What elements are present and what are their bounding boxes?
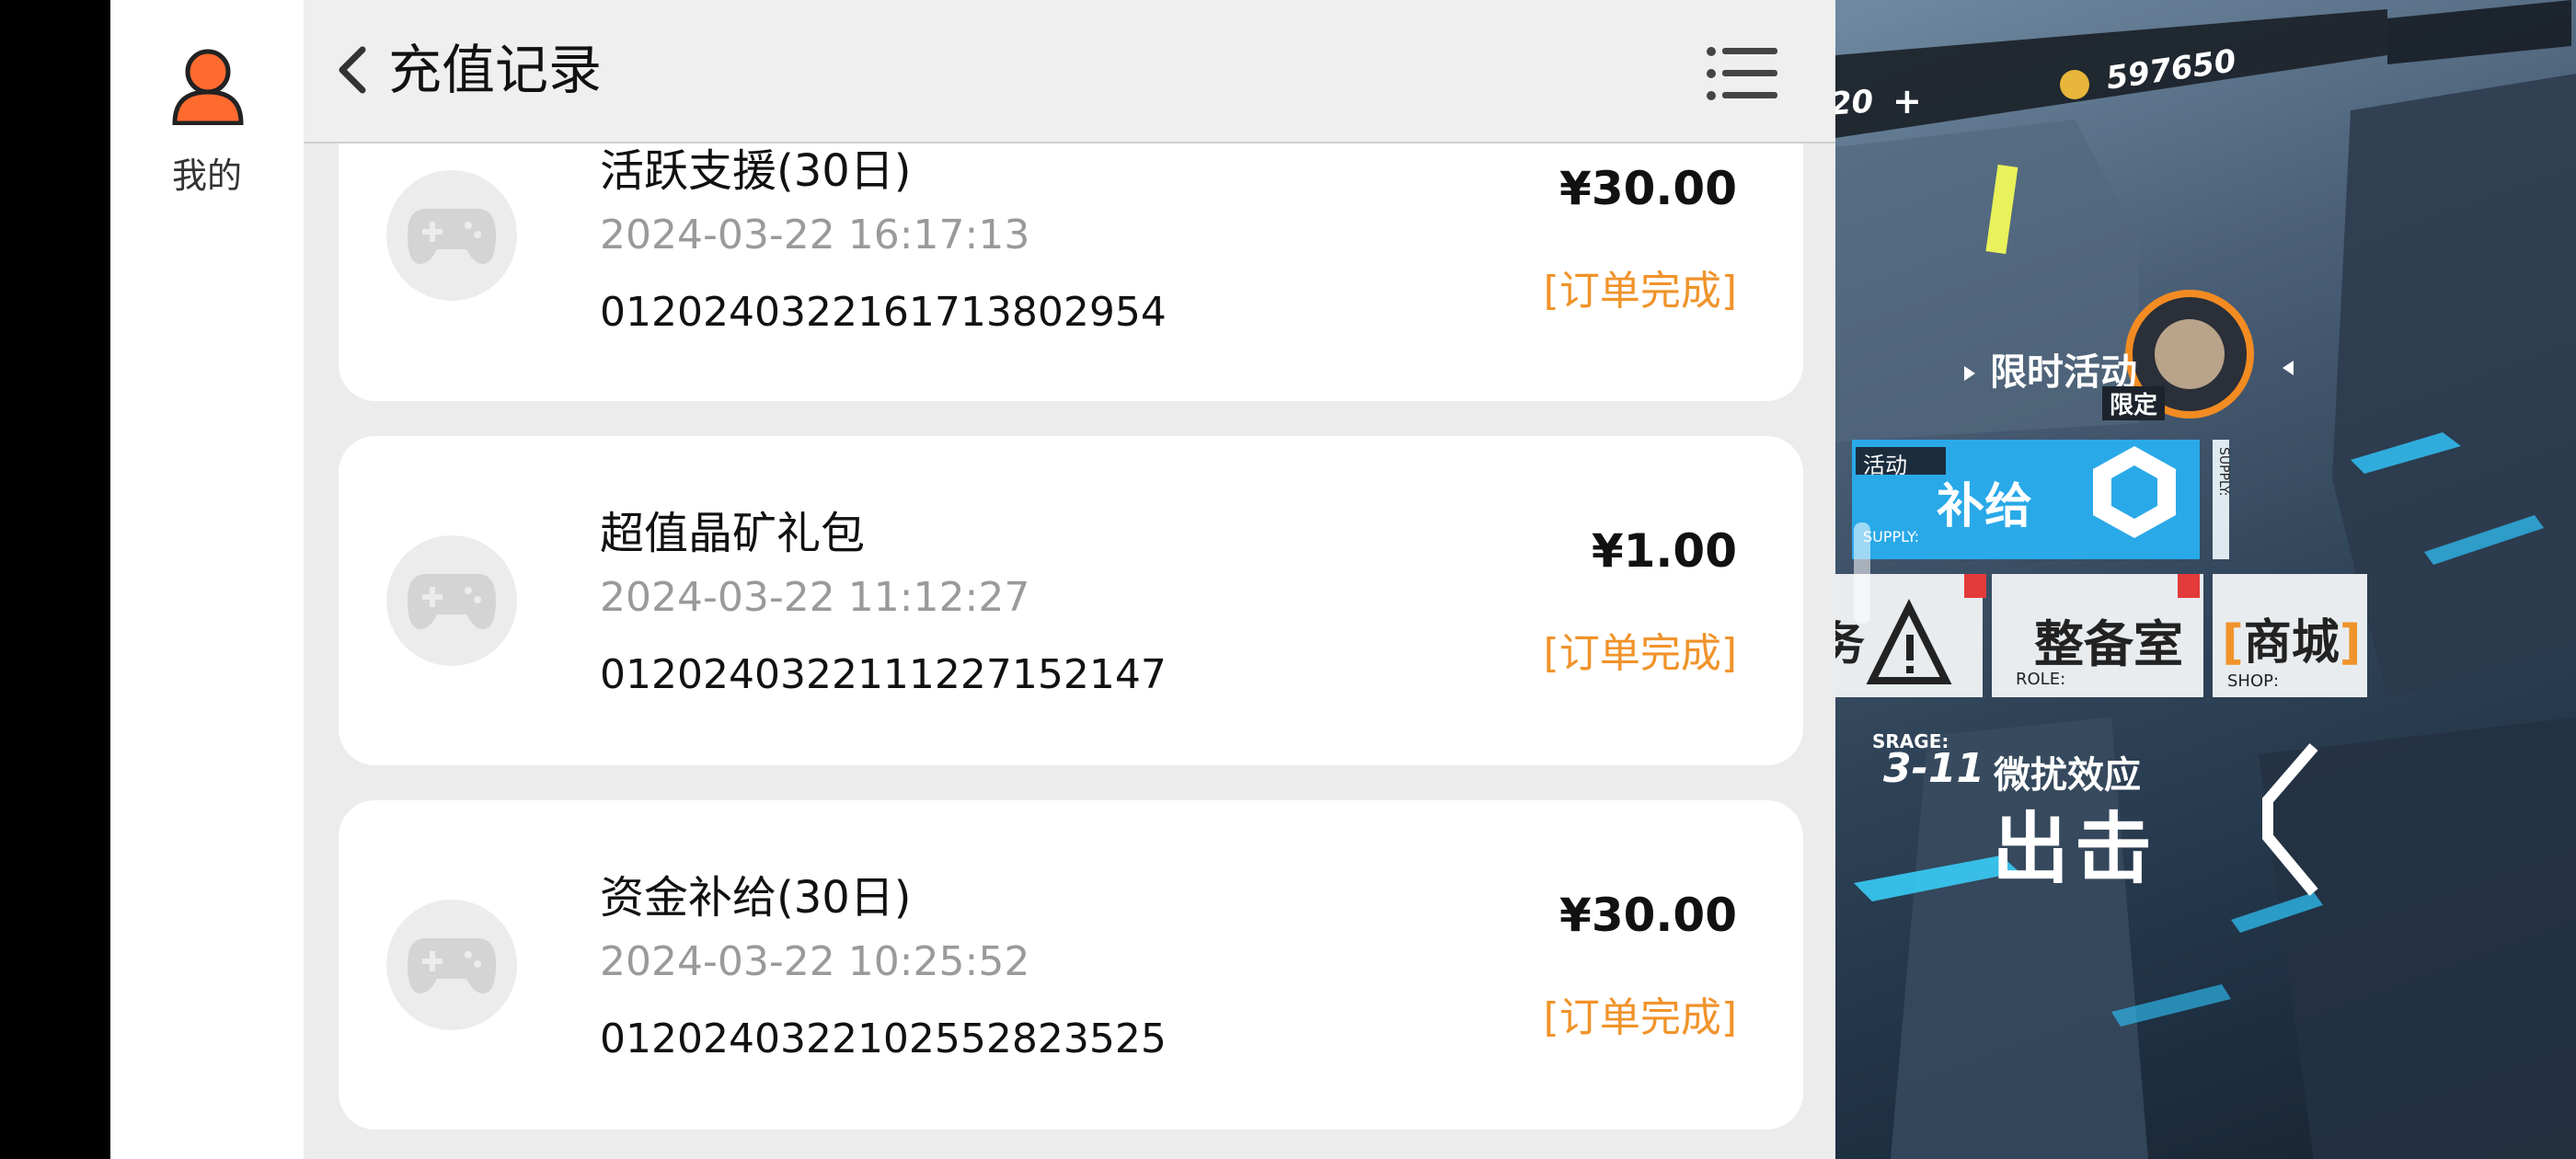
- order-date: 2024-03-22 16:17:13: [600, 212, 1030, 258]
- armory-en-label: ROLE:: [2016, 670, 2066, 689]
- task-button[interactable]: 务: [1835, 607, 1865, 673]
- shop-bracket-right: ]: [2339, 615, 2362, 671]
- limited-badge: 限定: [2102, 386, 2166, 420]
- product-name: 活跃支援(30日): [600, 145, 912, 197]
- shop-label: 商城: [2243, 615, 2340, 671]
- currency-count: 20: [1835, 83, 1875, 123]
- product-name: 资金补给(30日): [600, 872, 912, 924]
- armory-button[interactable]: 整备室: [2034, 603, 2183, 676]
- shop-button[interactable]: [商城]: [2222, 603, 2362, 672]
- activity-tag: 活动: [1863, 453, 1907, 478]
- sortie-button[interactable]: 出击: [1992, 787, 2157, 899]
- order-id: 0120240322102552823525: [600, 1016, 1167, 1062]
- gamepad-icon: [386, 170, 517, 301]
- supply-button[interactable]: 补给: [1937, 467, 2032, 536]
- supply-side-label: SUPPLY:: [2216, 447, 2231, 497]
- recharge-records-panel: 充值记录 活跃支援(30日) 2024-03-22 16:17:13 01202…: [304, 0, 1835, 1159]
- order-date: 2024-03-22 11:12:27: [600, 574, 1030, 621]
- order-id: 0120240322111227152147: [600, 651, 1167, 698]
- price: ¥1.00: [1591, 524, 1737, 578]
- user-icon[interactable]: [167, 44, 248, 126]
- mine-label[interactable]: 我的: [110, 147, 304, 198]
- order-status: [订单完成]: [1543, 268, 1737, 315]
- price: ¥30.00: [1559, 889, 1737, 942]
- record-card[interactable]: 活跃支援(30日) 2024-03-22 16:17:13 0120240322…: [339, 110, 1803, 401]
- order-id: 0120240322161713802954: [600, 289, 1167, 336]
- shop-en-label: SHOP:: [2227, 671, 2280, 691]
- gamepad-icon: [386, 535, 517, 666]
- game-background: 20 + 597650 限时活动 限定 活动 补给 SUPPLY: SUPPLY…: [1835, 0, 2576, 1159]
- order-date: 2024-03-22 10:25:52: [600, 938, 1030, 985]
- menu-list-icon[interactable]: [1702, 40, 1785, 107]
- header-bar: 充值记录: [304, 0, 1835, 143]
- back-icon[interactable]: [322, 37, 383, 103]
- record-card[interactable]: 超值晶矿礼包 2024-03-22 11:12:27 0120240322111…: [339, 436, 1803, 765]
- price: ¥30.00: [1559, 162, 1737, 215]
- gamepad-icon: [386, 900, 517, 1030]
- order-status: [订单完成]: [1543, 630, 1737, 677]
- side-panel: 我的: [110, 0, 304, 1159]
- supply-en-label: SUPPLY:: [1863, 528, 1919, 545]
- shop-bracket-left: [: [2222, 615, 2244, 671]
- order-status: [订单完成]: [1543, 994, 1737, 1041]
- page-title: 充值记录: [388, 39, 603, 101]
- product-name: 超值晶矿礼包: [600, 508, 866, 559]
- add-currency-button[interactable]: +: [1892, 81, 1922, 121]
- left-black-bar: [0, 0, 110, 1159]
- stage-number: 3-11: [1883, 745, 1985, 792]
- record-card[interactable]: 资金补给(30日) 2024-03-22 10:25:52 0120240322…: [339, 800, 1803, 1130]
